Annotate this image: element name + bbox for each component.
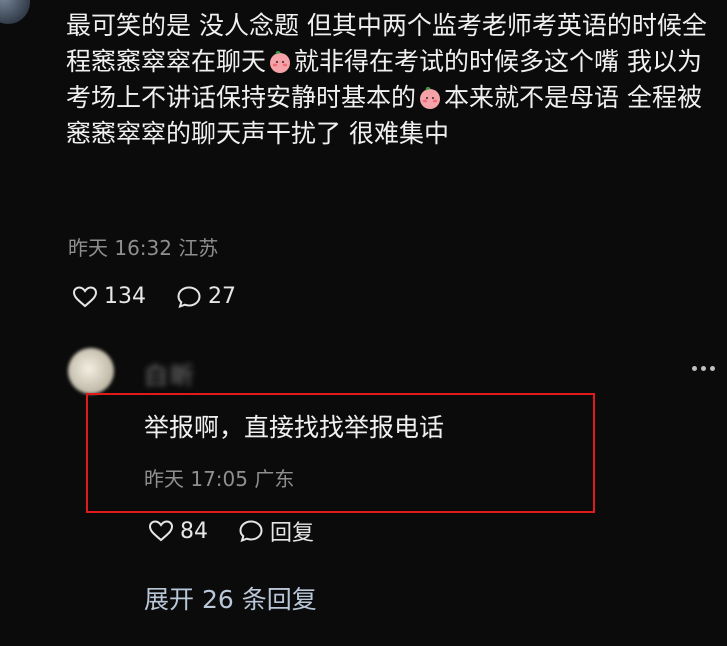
comment-meta: 昨天 16:32 江苏 bbox=[68, 232, 218, 261]
reply-username[interactable]: 白昕 bbox=[144, 356, 196, 391]
comment-location: 江苏 bbox=[178, 236, 219, 260]
comment-time: 昨天 16:32 bbox=[68, 236, 172, 260]
reply-like-button[interactable]: 84 bbox=[148, 519, 208, 544]
reply-body: 举报啊，直接找找举报电话 bbox=[144, 413, 445, 442]
reply-meta: 昨天 17:05 广东 bbox=[144, 463, 294, 492]
reply-like-count: 84 bbox=[180, 518, 208, 544]
peach-face-emoji-icon bbox=[270, 50, 291, 73]
heart-icon bbox=[72, 285, 98, 307]
commenter-avatar[interactable] bbox=[0, 0, 30, 24]
reply-location: 广东 bbox=[254, 467, 295, 491]
reply-time: 昨天 17:05 bbox=[144, 467, 248, 491]
like-button[interactable]: 134 bbox=[72, 284, 146, 309]
expand-replies-link[interactable]: 展开 26 条回复 bbox=[144, 580, 317, 616]
comment-button[interactable]: 27 bbox=[176, 284, 236, 309]
heart-icon bbox=[148, 520, 174, 542]
comment-body: 最可笑的是 没人念题 但其中两个监考老师考英语的时候全程窸窸窣窣在聊天 就非得在考… bbox=[66, 8, 716, 152]
comment-actions: 134 27 bbox=[72, 284, 266, 309]
more-options-icon[interactable] bbox=[692, 366, 715, 371]
reply-actions: 84 回复 bbox=[148, 515, 344, 547]
like-count: 134 bbox=[104, 284, 146, 309]
speech-bubble-icon bbox=[239, 520, 263, 543]
speech-bubble-icon bbox=[177, 285, 201, 308]
peach-face-emoji-icon bbox=[420, 86, 441, 109]
reply-reply-label: 回复 bbox=[270, 521, 315, 546]
reply-avatar[interactable] bbox=[68, 348, 114, 394]
reply-reply-button[interactable]: 回复 bbox=[238, 515, 314, 547]
comment-count: 27 bbox=[208, 284, 236, 309]
